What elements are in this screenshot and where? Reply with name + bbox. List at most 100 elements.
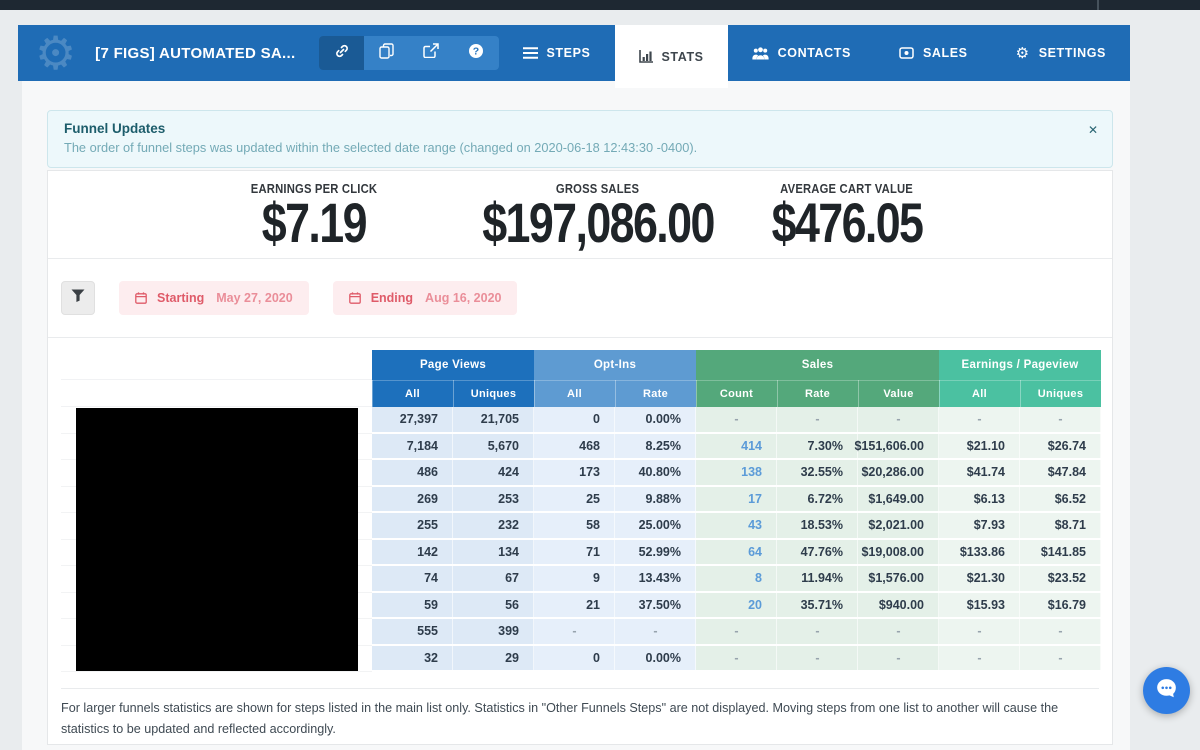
stat-gross-sales: GROSS SALES $197,086.00 (453, 182, 742, 249)
table-cell: 32.55% (777, 460, 858, 487)
table-cell: - (939, 407, 1020, 434)
table-cell: $41.74 (939, 460, 1020, 487)
tab-label: SALES (923, 46, 968, 60)
filters-row: Starting May 27, 2020 Ending Aug 16, 202… (48, 259, 1112, 338)
table-cell: $7.93 (939, 513, 1020, 540)
table-cell: - (777, 646, 858, 673)
table-cell: $141.85 (1020, 540, 1101, 567)
column-header-pv-uniques: Uniques (453, 380, 534, 407)
banner-close-button[interactable]: ✕ (1088, 123, 1098, 137)
table-cell: $19,008.00 (858, 540, 939, 567)
group-header-earnings-pageview: Earnings / Pageview (939, 350, 1101, 380)
funnel-updates-banner: Funnel Updates The order of funnel steps… (47, 110, 1113, 168)
table-cell: 6.72% (777, 487, 858, 514)
table-cell: 40.80% (615, 460, 696, 487)
banner-title: Funnel Updates (64, 121, 1096, 136)
group-header-sales: Sales (696, 350, 939, 380)
nav-tabs: STEPS STATS CONTACTS (499, 25, 1131, 81)
table-cell: - (858, 619, 939, 646)
column-header-ep-all: All (939, 380, 1020, 407)
table-cell: $26.74 (1020, 434, 1101, 461)
table-cell: 0.00% (615, 407, 696, 434)
open-funnel-button[interactable] (409, 36, 454, 70)
tab-sales[interactable]: SALES (875, 25, 992, 81)
table-cell: - (696, 407, 777, 434)
browser-top-strip (0, 0, 1200, 10)
table-cell: 56 (453, 593, 534, 620)
sales-count-link[interactable]: 64 (696, 540, 777, 567)
sales-count-link[interactable]: 414 (696, 434, 777, 461)
sales-count-link[interactable]: 138 (696, 460, 777, 487)
table-cell: $47.84 (1020, 460, 1101, 487)
table-cell: - (777, 619, 858, 646)
table-cell: 67 (453, 566, 534, 593)
table-cell: 232 (453, 513, 534, 540)
table-cell: $15.93 (939, 593, 1020, 620)
tab-settings[interactable]: ⚙ SETTINGS (992, 25, 1130, 81)
table-cell: 7,184 (372, 434, 453, 461)
tab-contacts[interactable]: CONTACTS (728, 25, 875, 81)
table-cell: 11.94% (777, 566, 858, 593)
table-cell: $8.71 (1020, 513, 1101, 540)
svg-text:?: ? (473, 45, 479, 57)
clone-funnel-button[interactable] (364, 36, 409, 70)
table-cell: $6.13 (939, 487, 1020, 514)
table-cell: 399 (453, 619, 534, 646)
card-icon (899, 47, 914, 59)
question-mark-icon: ? (468, 43, 484, 64)
table-cell: 468 (534, 434, 615, 461)
table-cell: 173 (534, 460, 615, 487)
stat-earnings-per-click: EARNINGS PER CLICK $7.19 (244, 182, 384, 249)
bar-chart-icon (639, 50, 653, 63)
stat-value: $476.05 (772, 197, 923, 249)
stats-table-wrap: Page Views Opt-Ins Sales Earnings / Page… (61, 350, 1101, 672)
column-header-sales-rate: Rate (777, 380, 858, 407)
sales-count-link[interactable]: 8 (696, 566, 777, 593)
chat-button[interactable] (1143, 667, 1190, 714)
table-cell: $20,286.00 (858, 460, 939, 487)
copy-icon (379, 43, 394, 64)
column-header-sales-value: Value (858, 380, 939, 407)
table-cell: $1,649.00 (858, 487, 939, 514)
tab-label: SETTINGS (1039, 46, 1106, 60)
table-cell: - (858, 646, 939, 673)
tab-label: STATS (662, 50, 704, 64)
funnel-gear-watermark-icon: ⚙ (34, 25, 77, 81)
table-cell: - (696, 646, 777, 673)
table-cell: 52.99% (615, 540, 696, 567)
starting-value: May 27, 2020 (216, 291, 292, 305)
table-cell: - (696, 619, 777, 646)
tab-steps[interactable]: STEPS (499, 25, 615, 81)
stat-value: $7.19 (262, 197, 366, 249)
table-cell: 5,670 (453, 434, 534, 461)
calendar-icon (349, 292, 361, 304)
sales-count-link[interactable]: 17 (696, 487, 777, 514)
table-cell: - (858, 407, 939, 434)
table-cell: 29 (453, 646, 534, 673)
summary-stats: EARNINGS PER CLICK $7.19 GROSS SALES $19… (48, 171, 1112, 259)
table-cell: 424 (453, 460, 534, 487)
link-icon (334, 43, 350, 64)
table-cell: 253 (453, 487, 534, 514)
table-cell: - (939, 619, 1020, 646)
table-cell: 71 (534, 540, 615, 567)
table-cell: $133.86 (939, 540, 1020, 567)
table-cell: 25.00% (615, 513, 696, 540)
table-cell: $2,021.00 (858, 513, 939, 540)
table-cell: 18.53% (777, 513, 858, 540)
table-cell: 27,397 (372, 407, 453, 434)
table-cell: - (777, 407, 858, 434)
share-link-button[interactable] (319, 36, 364, 70)
help-button[interactable]: ? (454, 36, 499, 70)
filter-button[interactable] (61, 281, 95, 315)
starting-date-picker[interactable]: Starting May 27, 2020 (119, 281, 309, 315)
sales-count-link[interactable]: 43 (696, 513, 777, 540)
funnel-toolbar: ? (319, 36, 498, 70)
table-cell: 7.30% (777, 434, 858, 461)
starting-label: Starting (157, 291, 204, 305)
tab-stats[interactable]: STATS (615, 25, 728, 88)
sales-count-link[interactable]: 20 (696, 593, 777, 620)
ending-date-picker[interactable]: Ending Aug 16, 2020 (333, 281, 518, 315)
table-cell: 47.76% (777, 540, 858, 567)
column-header-pv-all: All (372, 380, 453, 407)
